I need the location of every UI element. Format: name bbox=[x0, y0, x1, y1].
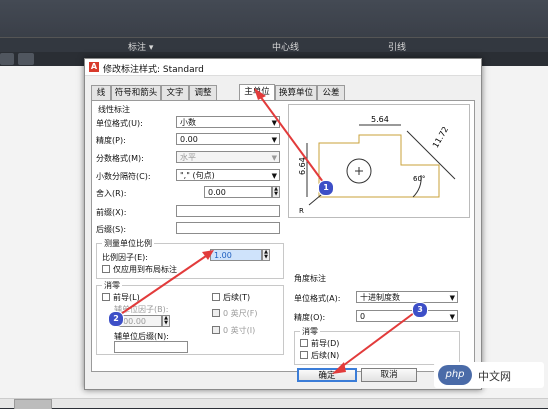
prefix-input[interactable] bbox=[176, 205, 280, 217]
inches-label: 0 英寸(I) bbox=[223, 326, 256, 335]
prefix-label: 前缀(X): bbox=[96, 208, 127, 217]
radius-text: R bbox=[299, 207, 304, 215]
angular-precision-label: 精度(O): bbox=[294, 313, 326, 322]
dialog-titlebar: A 修改标注样式: Standard bbox=[85, 59, 481, 76]
scale-factor-spinner[interactable]: ▲ ▼ bbox=[262, 249, 270, 261]
leading-checkbox[interactable] bbox=[102, 293, 110, 301]
angular-unit-format-select[interactable]: 十进制度数 ▼ bbox=[356, 291, 458, 303]
linear-section-title: 线性标注 bbox=[98, 105, 130, 114]
tab-text[interactable]: 文字 bbox=[161, 85, 189, 100]
chevron-down-icon: ▼ bbox=[271, 119, 277, 127]
modify-dimension-style-dialog: A 修改标注样式: Standard 线 符号和箭头 文字 调整 主单位 换算单… bbox=[84, 58, 482, 390]
unit-format-select[interactable]: 小数 ▼ bbox=[176, 116, 280, 128]
tab-lines[interactable]: 线 bbox=[91, 85, 111, 100]
dialog-title: 修改标注样式: Standard bbox=[103, 65, 204, 75]
ribbon-panel-bar: 标注 ▾ 中心线 引线 bbox=[0, 37, 548, 53]
angular-unit-format-label: 单位格式(A): bbox=[294, 294, 341, 303]
sub-factor-spinner[interactable]: ▲ ▼ bbox=[162, 315, 170, 327]
roundoff-input[interactable]: 0.00 bbox=[204, 186, 272, 198]
ribbon: 标注 ▾ 中心线 引线 bbox=[0, 0, 548, 58]
feet-checkbox[interactable] bbox=[212, 309, 220, 317]
suffix-label: 后缀(S): bbox=[96, 225, 127, 234]
tab-primary-units[interactable]: 主单位 bbox=[239, 84, 275, 100]
angular-section-title: 角度标注 bbox=[294, 274, 326, 283]
ok-button[interactable]: 确定 bbox=[297, 368, 357, 382]
roundoff-label: 舍入(R): bbox=[96, 189, 127, 198]
decimal-separator-select[interactable]: "," (句点) ▼ bbox=[176, 169, 280, 181]
chevron-down-icon: ▼ bbox=[271, 136, 277, 144]
top-dimension-text: 5.64 bbox=[371, 115, 389, 124]
sub-suffix-input[interactable] bbox=[114, 341, 188, 353]
chevron-down-icon: ▼ bbox=[449, 313, 455, 321]
file-tab[interactable] bbox=[0, 53, 14, 65]
scale-factor-label: 比例因子(E): bbox=[102, 253, 148, 262]
layout-only-label: 仅应用到布局标注 bbox=[113, 265, 177, 274]
new-tab-button[interactable] bbox=[18, 53, 34, 65]
angular-leading-label: 前导(D) bbox=[311, 339, 340, 348]
scale-factor-input[interactable]: 1.00 bbox=[210, 249, 262, 261]
tab-tolerances[interactable]: 公差 bbox=[317, 85, 345, 100]
zero-suppression-title: 消零 bbox=[102, 280, 122, 291]
fraction-format-label: 分数格式(M): bbox=[96, 154, 144, 163]
step-badge-2: 2 bbox=[108, 311, 124, 327]
angular-trailing-checkbox[interactable] bbox=[300, 351, 308, 359]
feet-label: 0 英尺(F) bbox=[223, 309, 258, 318]
preview-panel: 5.64 6.64 11.72 60° R bbox=[288, 104, 470, 218]
tab-alternate-units[interactable]: 换算单位 bbox=[275, 85, 317, 100]
precision-select[interactable]: 0.00 ▼ bbox=[176, 133, 280, 145]
left-dimension-text: 6.64 bbox=[298, 157, 307, 175]
suffix-input[interactable] bbox=[176, 222, 280, 234]
model-tab[interactable] bbox=[14, 399, 52, 409]
autocad-icon: A bbox=[89, 62, 99, 72]
unit-format-label: 单位格式(U): bbox=[96, 119, 143, 128]
tab-symbols-arrows[interactable]: 符号和箭头 bbox=[111, 85, 161, 100]
step-badge-1: 1 bbox=[318, 180, 334, 196]
trailing-label: 后续(T) bbox=[223, 293, 251, 302]
php-logo: php bbox=[438, 365, 472, 385]
right-dimension-line bbox=[406, 130, 456, 180]
dimension-preview: 5.64 6.64 11.72 60° R bbox=[298, 115, 456, 215]
angular-precision-select[interactable]: 0 ▼ bbox=[356, 310, 458, 322]
scale-section-title: 测量单位比例 bbox=[102, 238, 154, 249]
watermark-text: 中文网 bbox=[478, 370, 511, 383]
cancel-button[interactable]: 取消 bbox=[361, 368, 417, 382]
angular-trailing-label: 后续(N) bbox=[311, 351, 340, 360]
layout-only-checkbox[interactable] bbox=[102, 265, 110, 273]
fraction-format-select[interactable]: 水平 ▼ bbox=[176, 151, 280, 163]
chevron-down-icon: ▼ bbox=[449, 294, 455, 302]
angle-text: 60° bbox=[413, 175, 425, 183]
trailing-checkbox[interactable] bbox=[212, 293, 220, 301]
step-badge-3: 3 bbox=[412, 302, 428, 318]
ribbon-tools bbox=[0, 0, 548, 37]
tab-fit[interactable]: 调整 bbox=[189, 85, 217, 100]
angular-leading-checkbox[interactable] bbox=[300, 339, 308, 347]
angular-zero-suppression-title: 消零 bbox=[300, 326, 320, 337]
precision-label: 精度(P): bbox=[96, 136, 126, 145]
decimal-separator-label: 小数分隔符(C): bbox=[96, 172, 151, 181]
php-watermark: php 中文网 bbox=[434, 362, 544, 388]
chevron-down-icon: ▼ bbox=[271, 172, 277, 180]
chevron-down-icon: ▼ bbox=[271, 154, 277, 162]
primary-units-page: 线性标注 单位格式(U): 小数 ▼ 精度(P): 0.00 ▼ 分数格式(M): … bbox=[91, 100, 475, 372]
roundoff-spinner[interactable]: ▲ ▼ bbox=[272, 186, 280, 198]
right-dimension-text: 11.72 bbox=[431, 125, 450, 149]
inches-checkbox[interactable] bbox=[212, 326, 220, 334]
leading-label: 前导(L) bbox=[113, 293, 140, 302]
